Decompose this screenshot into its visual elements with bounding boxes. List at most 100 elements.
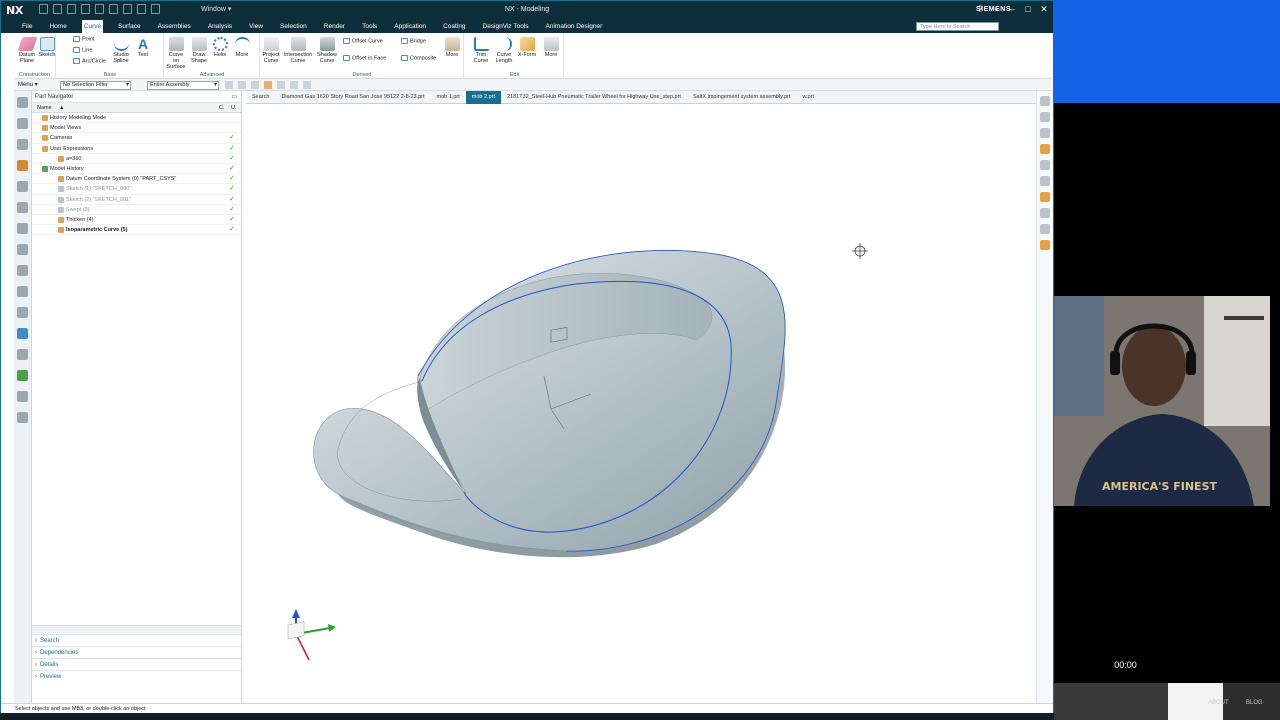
- rotate-icon[interactable]: [1040, 112, 1050, 122]
- horizontal-scrollbar[interactable]: [32, 625, 241, 633]
- project-curve-button[interactable]: Project Curve: [261, 37, 281, 64]
- maximize-panel-icon[interactable]: ▭: [231, 91, 237, 103]
- edit-more-button[interactable]: More: [542, 37, 560, 58]
- tab-home[interactable]: Home: [47, 20, 68, 33]
- minimize-button[interactable]: –: [1007, 3, 1017, 15]
- studio-spline-button[interactable]: Studio Spline: [110, 37, 132, 64]
- select-icon[interactable]: [225, 81, 233, 89]
- help-icon[interactable]: ?: [975, 3, 985, 15]
- pan-icon[interactable]: [1040, 128, 1050, 138]
- show-icon[interactable]: [1040, 224, 1050, 234]
- tab-tools[interactable]: Tools: [360, 20, 379, 33]
- tab-view[interactable]: View: [247, 20, 265, 33]
- view-icon[interactable]: [303, 81, 311, 89]
- tab-render[interactable]: Render: [322, 20, 347, 33]
- intersection-curve-button[interactable]: Intersection Curve: [282, 37, 314, 64]
- process-studio-icon[interactable]: [17, 286, 28, 297]
- derived-more-button[interactable]: More: [443, 37, 461, 58]
- document-tab[interactable]: mob 1.prt: [431, 91, 466, 104]
- clock-icon[interactable]: [17, 349, 28, 360]
- orient-view-icon[interactable]: [1040, 144, 1050, 154]
- xform-button[interactable]: X-Form: [517, 37, 537, 58]
- maximize-button[interactable]: □: [1023, 3, 1033, 15]
- top-menu-button[interactable]: Menu ▾: [18, 81, 38, 88]
- tree-row[interactable]: Sketch (1) "SKETCH_000" ✓: [32, 184, 241, 195]
- network-icon[interactable]: [17, 391, 28, 402]
- tree-row[interactable]: User Expressions ✓: [32, 144, 241, 154]
- zoom-icon[interactable]: [1040, 96, 1050, 106]
- assembly-navigator-icon[interactable]: [17, 118, 28, 129]
- point-snap-icon[interactable]: [264, 81, 272, 89]
- shadow-curve-button[interactable]: Shadow Curve: [316, 37, 338, 64]
- section-dependencies[interactable]: Dependencies: [32, 646, 241, 659]
- layer-icon[interactable]: [290, 81, 298, 89]
- advanced-more-button[interactable]: More: [233, 37, 251, 58]
- offset-in-face-button[interactable]: Offset in Face: [343, 55, 386, 61]
- offset-curve-button[interactable]: Offset Curve: [343, 38, 383, 44]
- tab-coating[interactable]: Coating: [441, 20, 467, 33]
- point-button[interactable]: Point: [73, 36, 95, 42]
- background-icon[interactable]: [1040, 240, 1050, 250]
- reuse-library-icon[interactable]: [17, 181, 28, 192]
- bridge-button[interactable]: Bridge: [401, 38, 426, 44]
- settings-icon[interactable]: [17, 97, 28, 108]
- tree-row[interactable]: History Modeling Mode: [32, 113, 241, 124]
- column-c[interactable]: C.: [219, 103, 225, 113]
- manufacturing-wizards-icon[interactable]: [17, 307, 28, 318]
- graphics-window[interactable]: [246, 104, 1036, 701]
- column-u[interactable]: U.: [231, 103, 237, 113]
- tab-selection[interactable]: Selection: [278, 20, 309, 33]
- arc-circle-button[interactable]: Arc/Circle: [73, 58, 106, 64]
- hide-icon[interactable]: [1040, 160, 1050, 170]
- history-icon[interactable]: [17, 244, 28, 255]
- tree-row[interactable]: Cameras ✓: [32, 133, 241, 144]
- palette-icon[interactable]: [17, 370, 28, 381]
- part-navigator-icon[interactable]: [17, 160, 28, 171]
- mobius-strip[interactable]: [313, 249, 786, 558]
- tree-row[interactable]: Model History ✓: [32, 164, 241, 175]
- tab-analysis[interactable]: Analysis: [206, 20, 234, 33]
- search-tab[interactable]: Search: [246, 91, 275, 104]
- filter-icon[interactable]: [251, 81, 259, 89]
- helix-button[interactable]: Helix: [211, 37, 229, 58]
- tree-row[interactable]: Datum Coordinate System (0) "PART_CSYS" ✓: [32, 174, 241, 185]
- curve-on-surface-button[interactable]: Curve on Surface: [165, 37, 187, 70]
- system-materials-icon[interactable]: [17, 265, 28, 276]
- web-browser-icon[interactable]: [17, 223, 28, 234]
- document-tab[interactable]: Diamond Gas 1620 Story Road San Jose 951…: [275, 91, 430, 104]
- restore-ribbon-icon[interactable]: ▫: [991, 3, 1001, 15]
- text-button[interactable]: A Text: [134, 37, 152, 58]
- document-tab[interactable]: mob 2.prt: [465, 90, 501, 104]
- section-icon[interactable]: [1040, 208, 1050, 218]
- assembly-scope-combo[interactable]: Entire Assembly: [147, 81, 219, 90]
- blog-link[interactable]: BLOG: [1246, 700, 1263, 706]
- tree-row[interactable]: Model Views: [32, 123, 241, 134]
- tab-file[interactable]: File: [20, 20, 34, 33]
- visualization-icon[interactable]: [17, 412, 28, 423]
- composite-button[interactable]: Composite: [401, 55, 436, 61]
- datum-plane-button[interactable]: Datum Plane: [16, 37, 38, 64]
- shaded-icon[interactable]: [1040, 192, 1050, 202]
- document-tab[interactable]: w.prt: [796, 91, 820, 104]
- tab-assemblies[interactable]: Assemblies: [156, 20, 193, 33]
- document-tab[interactable]: SaltX impingement system assembly.prt: [687, 91, 796, 104]
- section-details[interactable]: Details: [32, 658, 241, 671]
- section-preview[interactable]: Preview: [32, 670, 241, 683]
- hd3d-icon[interactable]: [17, 202, 28, 213]
- snap-icon[interactable]: [238, 81, 246, 89]
- close-button[interactable]: ✕: [1039, 3, 1049, 15]
- tree-row[interactable]: a=360 ✓: [32, 154, 241, 164]
- trim-curve-button[interactable]: Trim Curve: [472, 37, 490, 64]
- command-search-input[interactable]: Type Here to Search: [916, 22, 999, 31]
- column-name[interactable]: Name: [37, 103, 52, 113]
- about-link[interactable]: ABOUT: [1208, 700, 1229, 706]
- curve-length-button[interactable]: Curve Length: [494, 37, 514, 64]
- section-search[interactable]: Search: [32, 634, 241, 647]
- cube-icon[interactable]: [277, 81, 285, 89]
- roles-icon[interactable]: [17, 328, 28, 339]
- line-button[interactable]: Line: [73, 47, 92, 53]
- fit-icon[interactable]: [1040, 176, 1050, 186]
- tree-row[interactable]: Isoparametric Curve (5) ✓: [32, 225, 241, 236]
- tree-row[interactable]: Swept (3) ✓: [32, 205, 241, 215]
- sketch-button[interactable]: Sketch: [38, 37, 56, 58]
